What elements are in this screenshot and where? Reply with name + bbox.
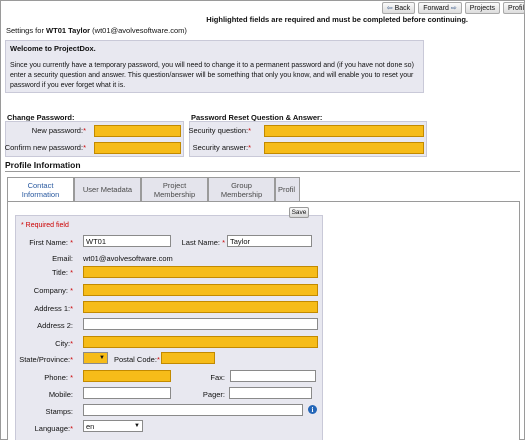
security-answer-label: Security answer:* [192,143,251,152]
confirm-password-label: Confirm new password:* [4,143,86,152]
welcome-box: Welcome to ProjectDox. Since you current… [5,40,424,93]
email-value: wt01@avolvesoftware.com [83,254,173,263]
language-value: en [86,421,95,431]
title-label: Title: * [52,268,73,277]
required-field-note: * Required field [21,222,69,229]
settings-prefix: Settings for [6,26,44,35]
chevron-down-icon: ▼ [134,423,140,429]
language-label: Language:* [34,424,73,433]
security-answer-field[interactable] [264,142,424,154]
change-password-box: New password:* Confirm new password:* [5,121,184,157]
info-icon[interactable]: i [308,405,317,414]
state-select[interactable]: ▼ [83,352,108,364]
phone-label: Phone: * [44,373,73,382]
last-name-field[interactable] [227,235,312,247]
first-name-label: First Name: * [29,238,73,247]
mobile-field[interactable] [83,387,171,399]
profile-title: Profile Information [5,160,81,170]
postal-code-label: Postal Code:* [114,355,160,364]
stamps-field[interactable] [83,404,303,416]
tab-profile[interactable]: Profil [275,177,300,201]
address1-label: Address 1:* [34,304,73,313]
fax-field[interactable] [230,370,316,382]
settings-for: Settings for WT01 Taylor (wt01@avolvesof… [6,26,187,35]
new-password-field[interactable] [94,125,181,137]
projects-label: Projects [469,4,496,12]
address2-label: Address 2: [37,321,73,330]
city-label: City:* [55,339,73,348]
title-field[interactable] [83,266,318,278]
pager-label: Pager: [202,390,225,399]
security-question-field[interactable] [264,125,424,137]
company-label: Company: * [33,286,73,295]
profile-label: Profil [508,4,524,12]
profile-button[interactable]: Profil [503,2,525,14]
welcome-title: Welcome to ProjectDox. [10,44,96,53]
welcome-text: Since you currently have a temporary pas… [10,62,414,89]
confirm-password-field[interactable] [94,142,181,154]
save-button[interactable]: Save [289,207,309,218]
required-notice: Highlighted fields are required and must… [206,15,468,24]
tab-user-metadata[interactable]: User Metadata [74,177,141,201]
settings-user: WT01 Taylor [46,26,91,35]
address2-field[interactable] [83,318,318,330]
back-arrow-icon: ⇦ [386,5,393,12]
profile-tabs: Contact Information User Metadata Projec… [7,177,300,202]
forward-label: Forward [423,4,449,12]
settings-email: (wt01@avolvesoftware.com) [92,26,187,35]
address1-field[interactable] [83,301,318,313]
tab-project-membership[interactable]: Project Membership [141,177,208,201]
city-field[interactable] [83,336,318,348]
company-field[interactable] [83,284,318,296]
profile-divider [5,171,520,172]
pager-field[interactable] [229,387,312,399]
tab-contact-information[interactable]: Contact Information [7,177,74,202]
reset-question-box: Security question:* Security answer:* [188,121,427,157]
top-nav: ⇦ Back Forward ⇨ Projects Profil [381,2,525,14]
back-button[interactable]: ⇦ Back [381,2,416,14]
forward-arrow-icon: ⇨ [450,5,457,12]
tab-group-membership[interactable]: Group Membership [208,177,275,201]
security-question-label: Security question:* [188,126,251,135]
back-label: Back [394,4,411,12]
last-name-label: Last Name: * [181,238,225,247]
new-password-label: New password:* [31,126,86,135]
postal-code-field[interactable] [161,352,215,364]
fax-label: Fax: [210,373,225,382]
state-label: State/Province:* [19,355,73,364]
mobile-label: Mobile: [48,390,73,399]
chevron-down-icon: ▼ [99,355,105,361]
stamps-label: Stamps: [45,407,73,416]
email-label: Email: [52,254,73,263]
projects-button[interactable]: Projects [464,2,501,14]
first-name-field[interactable] [83,235,171,247]
forward-button[interactable]: Forward ⇨ [418,2,462,14]
phone-field[interactable] [83,370,171,382]
language-select[interactable]: en ▼ [83,420,143,432]
